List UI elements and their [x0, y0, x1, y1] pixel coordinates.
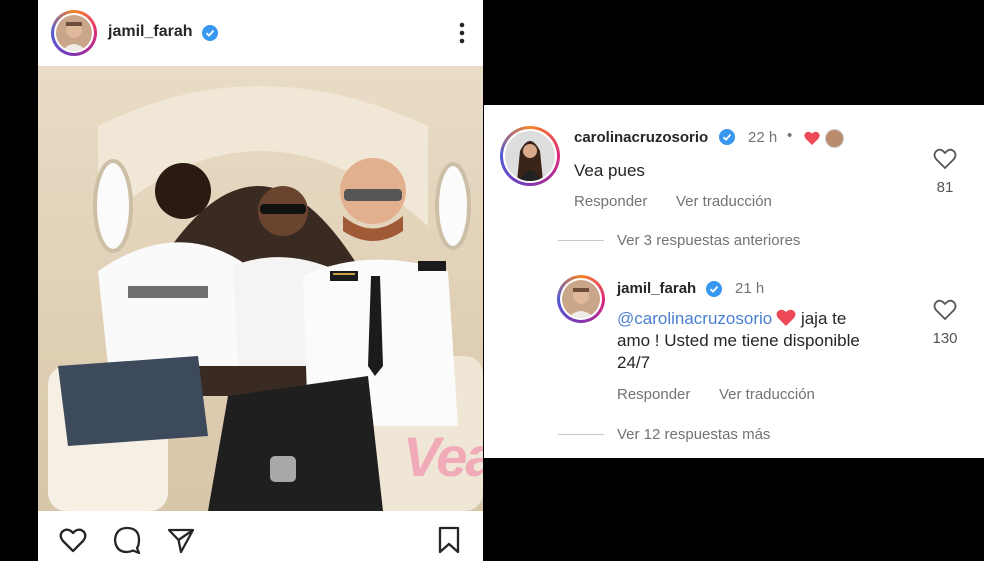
reply-button[interactable]: Responder [617, 386, 690, 403]
creator-mini-avatar [825, 129, 844, 148]
comment-like-count: 81 [936, 179, 954, 196]
avatar[interactable] [51, 10, 97, 56]
reply-text-part: jaja te [796, 309, 847, 328]
comment-like-icon[interactable] [933, 147, 957, 169]
divider-line [558, 240, 604, 241]
post-photo[interactable]: Vea [38, 66, 483, 511]
reply-time: 21 h [735, 280, 765, 297]
dot-separator: • [787, 127, 793, 144]
verified-badge-icon [719, 129, 735, 145]
mention-link[interactable]: @carolinacruzosorio [617, 309, 772, 328]
post-header: jamil_farah [38, 0, 483, 66]
reply-like-count: 130 [932, 330, 958, 347]
reply-button[interactable]: Responder [574, 193, 647, 210]
comment-text: Vea pues [574, 161, 645, 180]
comment-icon[interactable] [112, 525, 142, 555]
reply-like-icon[interactable] [933, 298, 957, 320]
like-heart-icon[interactable] [58, 525, 88, 555]
vea-watermark: Vea [403, 425, 483, 488]
comment-username[interactable]: carolinacruzosorio [574, 129, 708, 146]
view-previous-replies[interactable]: Ver 3 respuestas anteriores [617, 232, 800, 249]
post-actions [38, 511, 483, 561]
reply-username[interactable]: jamil_farah [617, 280, 696, 297]
translate-button[interactable]: Ver traducción [676, 193, 772, 210]
comment-time: 22 h [748, 129, 778, 146]
reply-avatar[interactable] [557, 275, 605, 323]
save-icon[interactable] [434, 525, 464, 555]
translate-button[interactable]: Ver traducción [719, 386, 815, 403]
more-options-icon[interactable] [459, 22, 465, 44]
verified-badge-icon [202, 25, 218, 41]
view-more-replies[interactable]: Ver 12 respuestas más [617, 426, 770, 443]
reply-text-part: 24/7 [617, 353, 651, 372]
comment-avatar[interactable] [500, 126, 560, 186]
reply-text-part: amo ! Usted me tiene disponible [617, 331, 860, 350]
creator-liked-heart-icon [804, 131, 820, 145]
verified-badge-icon [706, 281, 722, 297]
share-icon[interactable] [166, 525, 196, 555]
instagram-post: jamil_farah Ve [38, 0, 483, 561]
reply-text: @carolinacruzosorio jaja te amo ! Usted … [617, 308, 907, 374]
post-username[interactable]: jamil_farah [108, 23, 192, 41]
red-heart-emoji-icon [776, 309, 796, 326]
comments-panel: carolinacruzosorio 22 h • Vea pues Respo… [484, 105, 984, 458]
divider-line [558, 434, 604, 435]
